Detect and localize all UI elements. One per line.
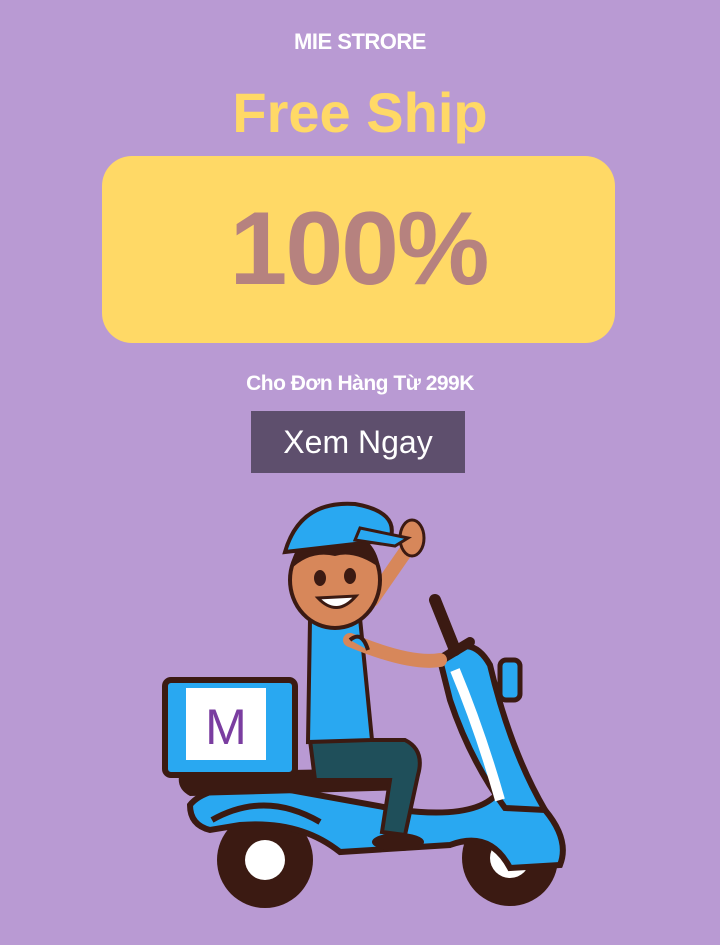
delivery-box-icon: M	[162, 677, 298, 778]
delivery-scooter-illustration: M	[162, 501, 566, 908]
view-now-button[interactable]: Xem Ngay	[251, 411, 465, 473]
store-name: MIE STRORE	[294, 29, 426, 54]
box-letter: M	[205, 699, 247, 755]
promo-headline: Free Ship	[232, 81, 488, 144]
promo-condition: Cho Đơn Hàng Từ 299K	[246, 372, 474, 395]
discount-banner: 100%	[102, 156, 615, 343]
discount-value: 100%	[229, 191, 490, 307]
